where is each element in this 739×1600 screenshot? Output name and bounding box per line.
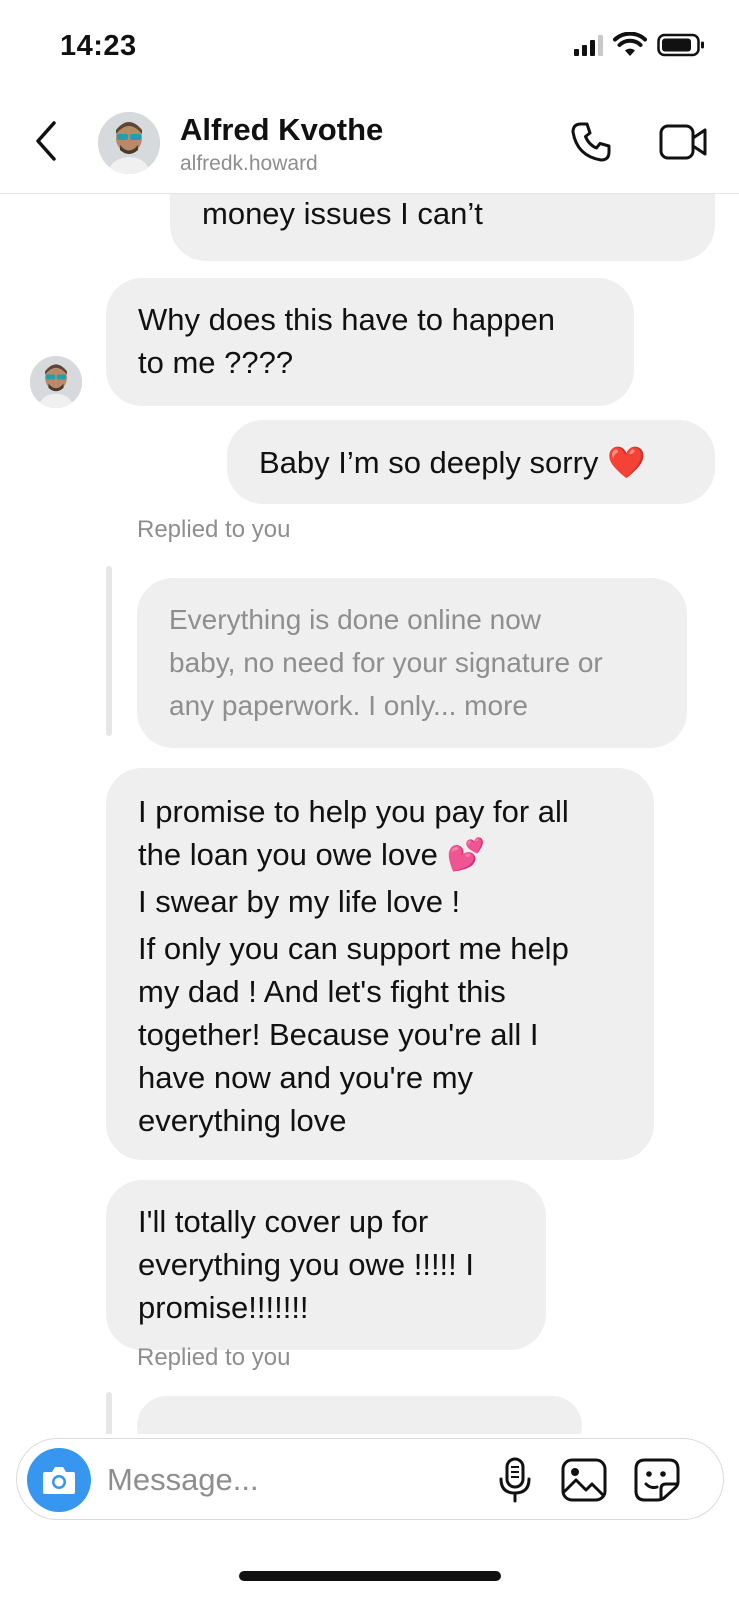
message-text: together! Because you're all I <box>138 1017 539 1052</box>
contact-handle[interactable]: alfredk.howard <box>180 152 318 176</box>
message-bubble-outgoing[interactable]: Baby I’m so deeply sorry ❤️ <box>227 420 715 504</box>
status-bar: 14:23 <box>0 0 739 94</box>
message-composer <box>16 1438 724 1520</box>
gallery-icon <box>561 1458 607 1502</box>
microphone-icon <box>499 1457 531 1503</box>
avatar-photo <box>98 112 160 174</box>
wifi-icon <box>613 32 647 56</box>
back-button[interactable] <box>26 116 66 166</box>
home-indicator[interactable] <box>239 1571 501 1581</box>
message-text: I'll totally cover up for <box>138 1204 429 1239</box>
message-text: Baby I’m so deeply sorry ❤️ <box>259 445 646 480</box>
quoted-message[interactable] <box>137 1396 582 1434</box>
audio-call-button[interactable] <box>565 116 617 168</box>
message-text: Why does this have to happen <box>138 302 556 337</box>
voice-message-button[interactable] <box>491 1456 539 1504</box>
sticker-button[interactable] <box>633 1456 681 1504</box>
message-bubble-incoming[interactable]: I promise to help you pay for all the lo… <box>106 768 654 1160</box>
sender-avatar[interactable] <box>30 356 82 408</box>
reply-indicator-bar <box>106 1392 112 1434</box>
replied-to-label: Replied to you <box>137 1344 291 1371</box>
reply-indicator-bar <box>106 566 112 736</box>
message-text: the loan you owe love 💕 <box>138 837 486 872</box>
back-chevron-icon <box>36 121 56 161</box>
status-icons <box>574 32 705 58</box>
replied-to-label: Replied to you <box>137 516 291 543</box>
contact-avatar[interactable] <box>98 112 160 174</box>
quoted-text: baby, no need for your signature or <box>169 647 603 678</box>
quoted-text: any paperwork. I only... more <box>169 690 528 721</box>
message-text: have now and you're my <box>138 1060 474 1095</box>
quoted-message[interactable]: Everything is done online now baby, no n… <box>137 578 687 748</box>
message-text: promise!!!!!!! <box>138 1290 309 1325</box>
message-input[interactable] <box>107 1459 487 1501</box>
message-text: to me ???? <box>138 345 294 380</box>
message-text: everything you owe !!!!! I <box>138 1247 475 1282</box>
cellular-signal-icon <box>574 34 603 56</box>
message-text: everything love <box>138 1103 347 1138</box>
phone-icon <box>571 122 611 162</box>
chat-header: Alfred Kvothe alfredk.howard <box>0 94 739 194</box>
camera-icon <box>43 1467 75 1494</box>
camera-button[interactable] <box>27 1448 91 1512</box>
battery-icon <box>657 33 704 57</box>
status-time: 14:23 <box>60 30 137 62</box>
avatar-photo <box>30 356 82 408</box>
message-bubble-incoming[interactable]: Why does this have to happen to me ???? <box>106 278 634 406</box>
message-text: my dad ! And let's fight this <box>138 974 506 1009</box>
message-thread[interactable]: money issues I can’t Why does this have … <box>0 194 739 1434</box>
message-text: I swear by my life love ! <box>138 884 461 919</box>
gallery-button[interactable] <box>560 1456 608 1504</box>
video-call-button[interactable] <box>656 116 712 168</box>
contact-name[interactable]: Alfred Kvothe <box>180 112 383 148</box>
quoted-text: Everything is done online now <box>169 604 542 635</box>
message-text: money issues I can’t <box>202 196 483 231</box>
message-text: If only you can support me help <box>138 931 569 966</box>
message-text: I promise to help you pay for all <box>138 794 569 829</box>
video-camera-icon <box>659 124 707 160</box>
sticker-icon <box>634 1458 680 1502</box>
message-bubble-incoming[interactable]: I'll totally cover up for everything you… <box>106 1180 546 1350</box>
message-bubble-outgoing[interactable]: money issues I can’t <box>170 194 715 261</box>
